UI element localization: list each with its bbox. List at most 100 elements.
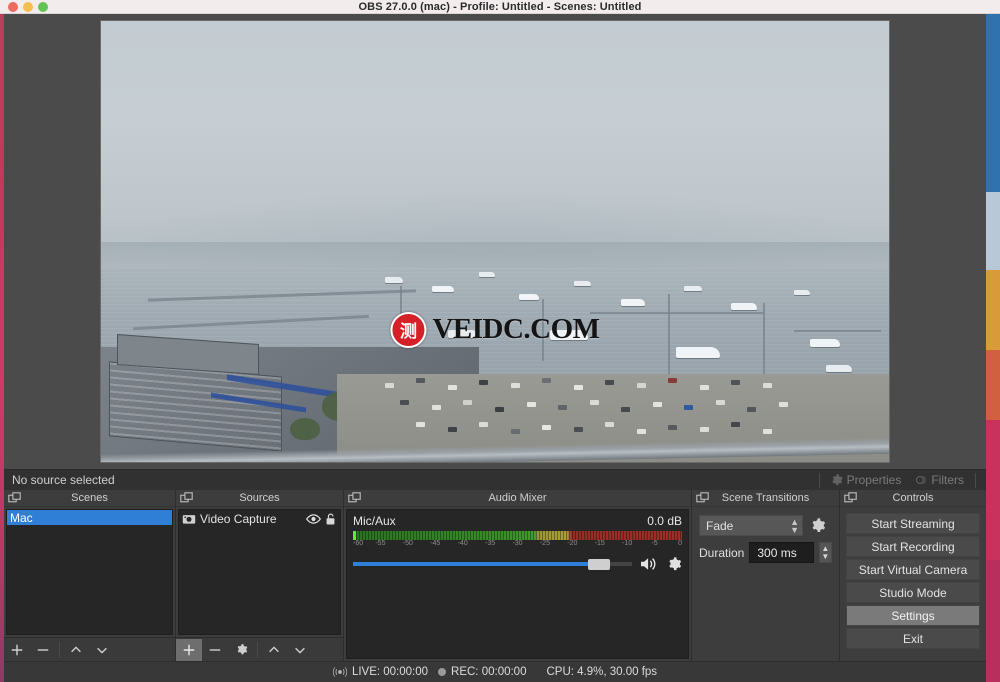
scene-name: Mac bbox=[10, 511, 33, 525]
float-dock-icon[interactable] bbox=[348, 492, 361, 505]
volume-slider[interactable] bbox=[353, 557, 632, 571]
broadcast-icon bbox=[333, 666, 347, 678]
meter-tick: -45 bbox=[430, 540, 440, 547]
source-properties-button[interactable] bbox=[228, 639, 254, 661]
live-status: LIVE: 00:00:00 bbox=[333, 666, 428, 678]
audio-mixer-dock-titlebar[interactable]: Audio Mixer bbox=[344, 490, 691, 507]
boat bbox=[519, 294, 539, 300]
scenes-dock: Scenes Mac bbox=[4, 490, 176, 661]
boat bbox=[574, 281, 591, 286]
move-scene-up-button[interactable] bbox=[63, 639, 89, 661]
scene-list-item[interactable]: Mac bbox=[7, 510, 172, 525]
audio-mixer-dock-title: Audio Mixer bbox=[344, 492, 691, 504]
scene-transitions-dock-title: Scene Transitions bbox=[692, 492, 839, 504]
plus-icon bbox=[10, 643, 24, 657]
boat bbox=[479, 272, 495, 277]
audio-channel-name: Mic/Aux bbox=[353, 514, 396, 528]
transition-settings-gear-icon[interactable] bbox=[809, 517, 826, 534]
cpu-status: CPU: 4.9%, 30.00 fps bbox=[546, 666, 657, 678]
chevron-down-icon bbox=[293, 643, 307, 657]
scenes-list[interactable]: Mac bbox=[6, 509, 173, 635]
move-source-up-button[interactable] bbox=[261, 639, 287, 661]
meter-tick: -30 bbox=[512, 540, 522, 547]
float-dock-icon[interactable] bbox=[8, 492, 21, 505]
float-dock-icon[interactable] bbox=[844, 492, 857, 505]
start-streaming-button[interactable]: Start Streaming bbox=[846, 513, 980, 534]
controls-dock-titlebar[interactable]: Controls bbox=[840, 490, 986, 507]
add-source-button[interactable] bbox=[176, 639, 202, 661]
eye-icon[interactable] bbox=[306, 513, 321, 525]
sources-dock: Sources Video Capture bbox=[176, 490, 344, 661]
remove-scene-button[interactable] bbox=[30, 639, 56, 661]
move-source-down-button[interactable] bbox=[287, 639, 313, 661]
minus-icon bbox=[208, 643, 222, 657]
divider bbox=[59, 642, 60, 658]
scenes-dock-title: Scenes bbox=[4, 492, 175, 504]
boat bbox=[731, 303, 757, 310]
divider bbox=[257, 642, 258, 658]
controls-dock: Controls Start Streaming Start Recording… bbox=[840, 490, 986, 661]
filters-button[interactable]: Filters bbox=[908, 471, 971, 490]
remove-source-button[interactable] bbox=[202, 639, 228, 661]
volume-slider-handle[interactable] bbox=[588, 559, 610, 570]
meter-tick: -40 bbox=[458, 540, 468, 547]
float-dock-icon[interactable] bbox=[180, 492, 193, 505]
audio-meter-scale: -60-55-50-45-40-35-30-25-20-15-10-50 bbox=[353, 540, 682, 551]
controls-body: Start Streaming Start Recording Start Vi… bbox=[842, 509, 984, 659]
scene-preview[interactable]: 测 VEIDC.COM bbox=[100, 20, 890, 463]
sources-dock-titlebar[interactable]: Sources bbox=[176, 490, 343, 507]
boat bbox=[621, 299, 645, 306]
meter-tick: -5 bbox=[651, 540, 657, 547]
pier bbox=[763, 303, 765, 374]
add-scene-button[interactable] bbox=[4, 639, 30, 661]
window-titlebar: OBS 27.0.0 (mac) - Profile: Untitled - S… bbox=[0, 0, 1000, 14]
close-window-button[interactable] bbox=[8, 2, 18, 12]
divider bbox=[975, 473, 976, 488]
meter-tick: -60 bbox=[353, 540, 363, 547]
traffic-light-buttons[interactable] bbox=[8, 2, 48, 12]
rec-timer: REC: 00:00:00 bbox=[451, 666, 526, 678]
preview-canvas-area[interactable]: 测 VEIDC.COM bbox=[4, 14, 986, 469]
start-recording-label: Start Recording bbox=[871, 540, 954, 554]
rec-status: REC: 00:00:00 bbox=[438, 666, 526, 678]
chevron-down-icon bbox=[95, 643, 109, 657]
audio-mixer-dock: Audio Mixer Mic/Aux 0.0 dB -60-55-50-45-… bbox=[344, 490, 692, 661]
minimize-window-button[interactable] bbox=[23, 2, 33, 12]
scenes-dock-titlebar[interactable]: Scenes bbox=[4, 490, 175, 507]
float-dock-icon[interactable] bbox=[696, 492, 709, 505]
unlock-icon[interactable] bbox=[325, 512, 336, 526]
meter-tick: -10 bbox=[622, 540, 632, 547]
meter-peak-indicator bbox=[353, 531, 356, 540]
settings-button[interactable]: Settings bbox=[846, 605, 980, 626]
studio-mode-button[interactable]: Studio Mode bbox=[846, 582, 980, 603]
exit-button[interactable]: Exit bbox=[846, 628, 980, 649]
sources-list[interactable]: Video Capture bbox=[178, 509, 341, 635]
start-virtual-camera-button[interactable]: Start Virtual Camera bbox=[846, 559, 980, 580]
boat bbox=[684, 286, 702, 291]
speaker-on-icon[interactable] bbox=[639, 556, 659, 572]
scene-transitions-body: Fade ▲▼ Duration 300 ms ▲ bbox=[694, 509, 837, 659]
transition-select[interactable]: Fade ▲▼ bbox=[699, 515, 803, 536]
source-list-item[interactable]: Video Capture bbox=[179, 510, 340, 528]
meter-tick: -50 bbox=[403, 540, 413, 547]
properties-button[interactable]: Properties bbox=[824, 471, 909, 490]
record-dot-icon bbox=[438, 668, 446, 676]
zoom-window-button[interactable] bbox=[38, 2, 48, 12]
status-bar: LIVE: 00:00:00 REC: 00:00:00 CPU: 4.9%, … bbox=[4, 661, 986, 682]
stepper-down-icon[interactable]: ▼ bbox=[821, 553, 829, 561]
camera-icon bbox=[182, 513, 196, 525]
meter-tick: -15 bbox=[595, 540, 605, 547]
gear-icon[interactable] bbox=[666, 556, 682, 572]
meter-tick: -25 bbox=[540, 540, 550, 547]
volume-row bbox=[353, 556, 682, 572]
meter-tick: 0 bbox=[678, 540, 682, 547]
meter-tick: -55 bbox=[375, 540, 385, 547]
start-recording-button[interactable]: Start Recording bbox=[846, 536, 980, 557]
meter-gradient bbox=[353, 531, 682, 540]
building bbox=[109, 362, 282, 452]
move-scene-down-button[interactable] bbox=[89, 639, 115, 661]
scene-transitions-dock-titlebar[interactable]: Scene Transitions bbox=[692, 490, 839, 507]
duration-input[interactable]: 300 ms bbox=[749, 542, 813, 563]
cpu-fps-label: CPU: 4.9%, 30.00 fps bbox=[546, 666, 657, 678]
duration-stepper[interactable]: ▲ ▼ bbox=[819, 542, 832, 563]
